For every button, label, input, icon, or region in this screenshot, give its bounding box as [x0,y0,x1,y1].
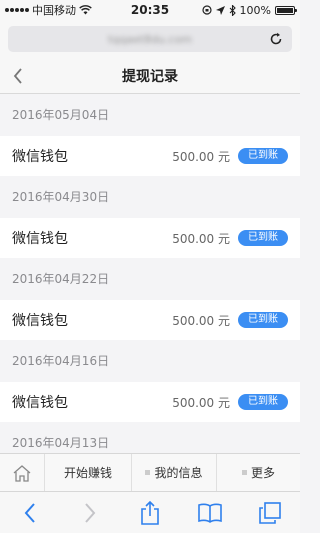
tab-home[interactable] [0,454,44,491]
tabs-icon [259,501,281,524]
battery-icon [275,5,297,15]
date-header: 2016年04月16日 [0,340,300,382]
bookmarks-button[interactable] [190,498,230,528]
share-button[interactable] [130,498,170,528]
back-button[interactable] [10,498,50,528]
wifi-icon [79,5,92,15]
chevron-right-icon [85,502,96,523]
url-text: tqqaet8du.com [107,32,193,46]
page-header: 提现记录 [0,58,300,94]
status-badge: 已到账 [238,394,288,410]
record-group: 2016年04月16日 微信钱包 500.00 元 已到账 [0,340,300,422]
record-group: 2016年04月22日 微信钱包 500.00 元 已到账 [0,258,300,340]
site-tab-bar: 开始赚钱 我的信息 更多 [0,453,300,491]
book-icon [198,503,222,523]
record-name: 微信钱包 [12,149,68,165]
record-row[interactable]: 微信钱包 500.00 元 已到账 [0,300,300,340]
address-bar[interactable]: tqqaet8du.com [8,26,292,52]
lock-rotation-icon [201,5,212,15]
tab-start-earning[interactable]: 开始赚钱 [44,454,131,491]
reload-icon[interactable] [268,31,284,47]
tab-my-info[interactable]: 我的信息 [131,454,216,491]
signal-icon [5,8,29,12]
date-header: 2016年04月22日 [0,258,300,300]
status-badge: 已到账 [238,230,288,246]
record-amount: 500.00 元 [172,231,230,246]
page-title: 提现记录 [122,68,178,85]
back-chevron-icon[interactable] [10,66,26,86]
status-right: 100% [201,3,297,17]
chevron-left-icon [24,502,35,523]
tab-more[interactable]: 更多 [216,454,300,491]
status-left: 中国移动 [5,2,92,18]
url-area: tqqaet8du.com [0,20,300,58]
record-amount: 500.00 元 [172,395,230,410]
share-icon [141,500,159,525]
battery-percent: 100% [239,3,271,17]
menu-marker-icon [241,470,247,475]
home-icon [13,464,31,482]
status-badge: 已到账 [238,312,288,328]
record-amount: 500.00 元 [172,149,230,164]
record-name: 微信钱包 [12,231,68,247]
carrier-label: 中国移动 [32,4,76,17]
status-bar: 中国移动 20:35 100% [0,0,300,20]
record-amount: 500.00 元 [172,313,230,328]
record-row[interactable]: 微信钱包 500.00 元 已到账 [0,382,300,422]
record-group: 2016年04月30日 微信钱包 500.00 元 已到账 [0,176,300,258]
record-group: 2016年04月13日 [0,422,300,453]
tab-label: 更多 [250,466,275,480]
date-header: 2016年04月13日 [0,422,300,453]
date-header: 2016年04月30日 [0,176,300,218]
record-group: 2016年05月04日 微信钱包 500.00 元 已到账 [0,94,300,176]
date-header: 2016年05月04日 [0,94,300,136]
tab-label: 我的信息 [154,466,203,480]
location-icon [215,5,225,15]
tabs-button[interactable] [250,498,290,528]
tab-label: 开始赚钱 [63,466,112,480]
forward-button[interactable] [70,498,110,528]
record-name: 微信钱包 [12,313,68,329]
bluetooth-icon [229,4,236,16]
records-list[interactable]: 2016年05月04日 微信钱包 500.00 元 已到账 2016年04月30… [0,94,300,453]
record-name: 微信钱包 [12,395,68,411]
browser-toolbar [0,491,300,533]
record-row[interactable]: 微信钱包 500.00 元 已到账 [0,136,300,176]
record-row[interactable]: 微信钱包 500.00 元 已到账 [0,218,300,258]
menu-marker-icon [145,470,151,475]
status-badge: 已到账 [238,148,288,164]
